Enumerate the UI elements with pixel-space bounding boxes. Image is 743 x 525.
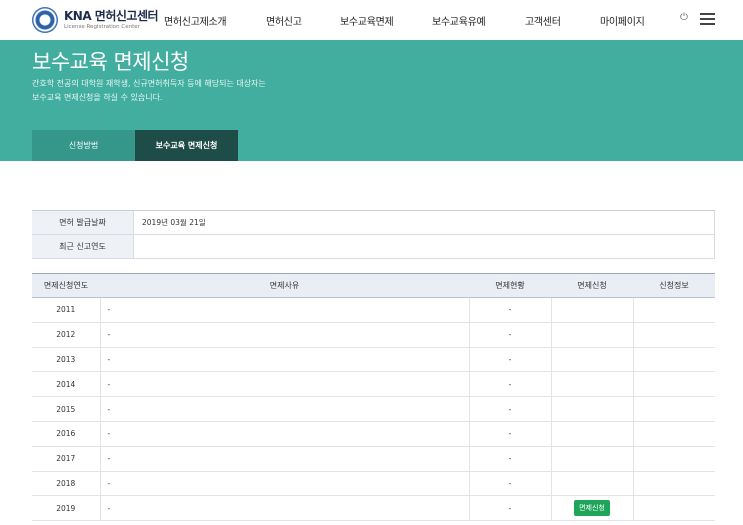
row-apply (550, 421, 633, 447)
row-status: - (468, 347, 551, 373)
table-header-row: 면제신청연도 면제사유 면제현황 면제신청 신청정보 (32, 273, 715, 298)
row-year: 2014 (32, 371, 100, 398)
row-info (632, 396, 715, 422)
row-reason: - (99, 421, 469, 447)
row-info (632, 322, 715, 348)
row-apply (550, 371, 633, 398)
table-row: 2015 - - (32, 396, 715, 422)
tab-how-to-apply[interactable]: 신청방법 (32, 130, 135, 161)
row-status: - (468, 471, 551, 497)
page-banner: 보수교육 면제신청 간호학 전공의 대학원 재학생, 신규면허취득자 등에 해당… (0, 40, 743, 161)
row-reason: - (99, 446, 469, 472)
row-year: 2011 (32, 297, 100, 323)
nav-item-education-exemption[interactable]: 보수교육면제 (340, 13, 394, 28)
row-year: 2016 (32, 421, 100, 447)
row-reason: - (99, 471, 469, 497)
recent-year-value (134, 235, 715, 258)
row-status: - (468, 421, 551, 447)
row-reason: - (99, 495, 469, 522)
page-title: 보수교육 면제신청 (32, 50, 189, 74)
row-info (632, 471, 715, 497)
nav-item-education-deferral[interactable]: 보수교육유예 (432, 13, 486, 28)
table-row: 2017 - - (32, 446, 715, 472)
row-apply (550, 347, 633, 373)
logo-title[interactable]: KNA 면허신고센터 (64, 7, 159, 24)
row-info (632, 371, 715, 398)
banner-description-line2: 보수교육 면제신청을 하실 수 있습니다. (32, 93, 163, 102)
license-info-table: 면허 발급날짜 2019년 03월 21일 최근 신고연도 (32, 210, 715, 259)
row-reason: - (99, 396, 469, 422)
row-reason: - (99, 347, 469, 373)
header-reason: 면제사유 (100, 273, 469, 298)
nav-item-intro[interactable]: 면허신고제소개 (164, 13, 227, 28)
banner-description-line1: 간호학 전공의 대학원 재학생, 신규면허취득자 등에 해당되는 대상자는 (32, 79, 266, 88)
header-apply: 면제신청 (551, 273, 633, 298)
row-reason: - (99, 297, 469, 323)
row-year: 2015 (32, 396, 100, 422)
recent-year-label: 최근 신고연도 (32, 235, 134, 258)
row-info (632, 421, 715, 447)
row-reason: - (99, 371, 469, 398)
table-row: 2013 - - (32, 347, 715, 373)
table-row: 2016 - - (32, 421, 715, 447)
header-status: 면제현황 (469, 273, 551, 298)
table-body: 2011 - - 2012 - - 2013 - - 2014 - - 2015… (32, 297, 715, 522)
row-apply (550, 297, 633, 323)
row-year: 2017 (32, 446, 100, 472)
license-date-value: 2019년 03월 21일 (134, 211, 715, 234)
recent-year-row: 최근 신고연도 (32, 235, 715, 259)
row-status: - (468, 396, 551, 422)
kna-logo-icon[interactable] (32, 7, 58, 33)
row-status: - (468, 322, 551, 348)
row-status: - (468, 297, 551, 323)
table-row: 2019 - - 면제신청 (32, 495, 715, 522)
row-year: 2018 (32, 471, 100, 497)
logo-subtitle: License Registration Center (64, 24, 140, 30)
site-header: KNA 면허신고센터 License Registration Center 면… (0, 0, 743, 40)
table-row: 2014 - - (32, 371, 715, 398)
row-info (632, 347, 715, 373)
row-apply (550, 446, 633, 472)
apply-exemption-button[interactable]: 면제신청 (574, 500, 610, 517)
exemption-table: 면제신청연도 면제사유 면제현황 면제신청 신청정보 2011 - - 2012… (32, 273, 715, 522)
row-apply (550, 471, 633, 497)
row-year: 2019 (32, 495, 100, 522)
tab-exemption-application[interactable]: 보수교육 면제신청 (135, 130, 238, 161)
nav-item-license-report[interactable]: 면허신고 (266, 13, 302, 28)
row-apply (550, 322, 633, 348)
header-year: 면제신청연도 (32, 273, 100, 298)
row-apply (550, 396, 633, 422)
license-date-row: 면허 발급날짜 2019년 03월 21일 (32, 211, 715, 235)
hamburger-menu-icon[interactable] (700, 13, 715, 25)
nav-item-customer-center[interactable]: 고객센터 (525, 13, 561, 28)
row-status: - (468, 371, 551, 398)
header-info: 신청정보 (633, 273, 715, 298)
row-info (632, 446, 715, 472)
row-apply: 면제신청 (550, 495, 633, 522)
table-row: 2012 - - (32, 322, 715, 348)
row-year: 2013 (32, 347, 100, 373)
row-status: - (468, 495, 551, 522)
table-row: 2018 - - (32, 471, 715, 497)
row-info (632, 297, 715, 323)
nav-item-mypage[interactable]: 마이페이지 (600, 13, 645, 28)
row-year: 2012 (32, 322, 100, 348)
power-icon[interactable]: ⏻ (680, 12, 690, 24)
license-date-label: 면허 발급날짜 (32, 211, 134, 234)
row-info (632, 495, 715, 522)
table-row: 2011 - - (32, 297, 715, 323)
row-status: - (468, 446, 551, 472)
row-reason: - (99, 322, 469, 348)
